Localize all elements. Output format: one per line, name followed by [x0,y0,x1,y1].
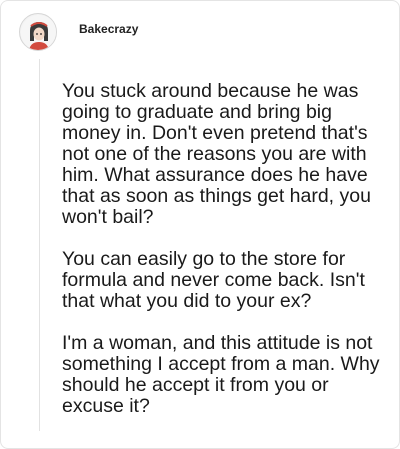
comment-paragraph: I'm a woman, and this attitude is not so… [62,332,380,417]
thread-line [39,59,40,431]
comment-paragraph: You stuck around because he was going to… [62,80,371,228]
comment-header: Bakecrazy [19,13,138,51]
comment-card: Bakecrazy You stuck around because he wa… [0,0,400,449]
user-avatar-icon[interactable] [19,13,57,51]
comment-body: You stuck around because he was going to… [62,81,382,438]
comment-paragraph: You can easily go to the store for formu… [62,248,365,312]
username[interactable]: Bakecrazy [79,22,138,36]
